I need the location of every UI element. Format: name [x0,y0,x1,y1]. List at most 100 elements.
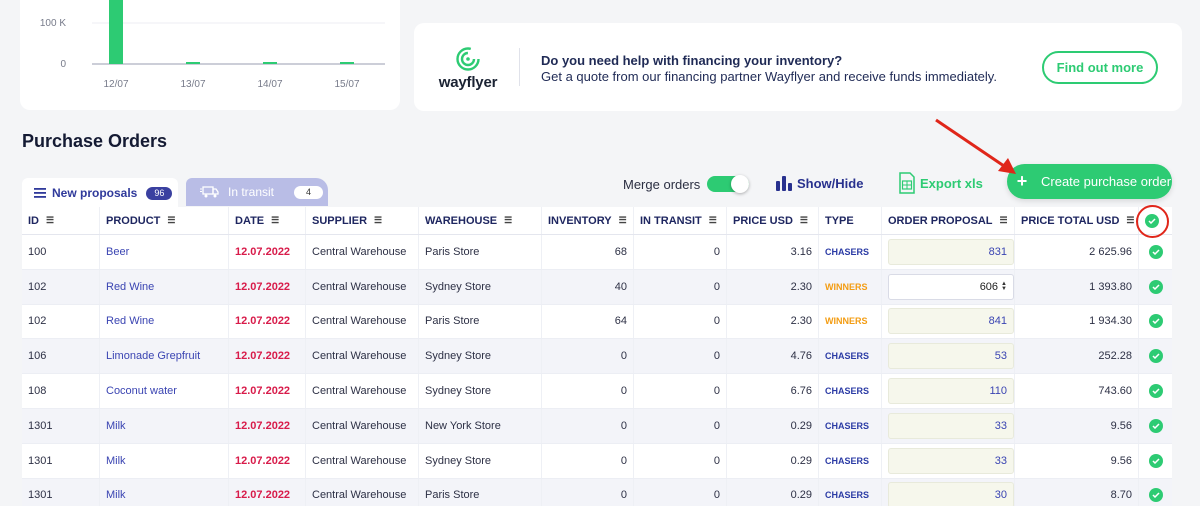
chart-bar[interactable] [340,62,354,64]
create-purchase-order-button[interactable]: + Create purchase order [1007,164,1172,199]
cell-supplier: Central Warehouse [306,443,419,478]
cell-order-proposal: 841 [882,304,1015,339]
cell-warehouse: Sydney Store [419,269,542,304]
tab-in-transit[interactable]: In transit 4 [186,178,328,206]
cell-id: 102 [22,304,100,339]
order-proposal-input[interactable]: 110 [888,378,1014,405]
table-row[interactable]: 1301 Milk 12.07.2022 Central Warehouse N… [22,408,1172,444]
col-header-price[interactable]: PRICE USD ☰ [727,207,819,234]
col-header-in-transit[interactable]: IN TRANSIT ☰ [634,207,727,234]
chart-bar[interactable] [186,62,200,64]
show-hide-label: Show/Hide [797,175,864,191]
table-row[interactable]: 102 Red Wine 12.07.2022 Central Warehous… [22,269,1172,305]
cell-date: 12.07.2022 [229,443,306,478]
row-check-icon[interactable] [1149,488,1163,503]
type-label: CHASERS [825,490,870,501]
create-label: Create purchase order [1041,174,1172,189]
bar-chart-icon [776,176,792,191]
proposal-value: 30 [994,489,1007,502]
row-check-icon[interactable] [1149,314,1163,329]
cell-in-transit: 0 [634,235,727,269]
col-header-type[interactable]: TYPE [819,207,882,234]
count-badge: 96 [146,186,173,200]
row-check-icon[interactable] [1149,244,1163,259]
type-label: CHASERS [825,455,870,466]
cell-price: 4.76 [727,339,819,374]
tab-new-proposals[interactable]: New proposals 96 [22,178,178,208]
x-tick-label: 13/07 [180,79,205,90]
y-tick-label: 0 [60,59,66,70]
order-proposal-input[interactable]: 53 [888,343,1014,370]
cell-select [1139,235,1172,269]
sort-icon: ☰ [708,215,717,225]
wayflyer-logo: wayflyer [438,47,498,91]
cell-product[interactable]: Milk [100,408,229,443]
table-row[interactable]: 108 Coconut water 12.07.2022 Central War… [22,374,1172,409]
cell-price: 2.30 [727,269,819,304]
type-label: CHASERS [825,420,870,431]
cell-in-transit: 0 [634,339,727,374]
cell-inventory: 0 [542,443,634,478]
col-header-supplier[interactable]: SUPPLIER ☰ [306,207,419,234]
cell-product[interactable]: Red Wine [100,269,229,304]
col-header-order-proposal[interactable]: ORDER PROPOSAL ☰ [882,207,1015,234]
financing-banner: wayflyer Do you need help with financing… [414,23,1182,111]
cell-price: 0.29 [727,443,819,478]
cell-product[interactable]: Red Wine [100,304,229,339]
cell-product[interactable]: Beer [100,235,229,269]
cell-order-proposal: 33 [882,408,1015,443]
count-badge: 4 [294,185,324,199]
cell-product[interactable]: Limonade Grepfruit [100,339,229,374]
table-row[interactable]: 100 Beer 12.07.2022 Central Warehouse Pa… [22,235,1172,270]
cell-type: CHASERS [819,408,882,443]
cell-in-transit: 0 [634,408,727,443]
row-check-icon[interactable] [1149,279,1163,294]
cell-order-proposal: 831 [882,235,1015,269]
cell-date: 12.07.2022 [229,408,306,443]
show-hide-button[interactable]: Show/Hide [775,174,863,192]
col-header-inventory[interactable]: INVENTORY ☰ [542,207,634,234]
cell-warehouse: Sydney Store [419,374,542,408]
order-proposal-input[interactable]: 606 ▲ ▼ [888,273,1014,300]
col-header-date[interactable]: DATE ☰ [229,207,306,234]
order-proposal-input[interactable]: 33 [888,447,1014,474]
table-row[interactable]: 102 Red Wine 12.07.2022 Central Warehous… [22,304,1172,340]
sort-icon: ☰ [999,215,1008,225]
cell-product[interactable]: Milk [100,443,229,478]
table-row[interactable]: 1301 Milk 12.07.2022 Central Warehouse P… [22,478,1172,506]
cell-inventory: 0 [542,339,634,374]
row-check-icon[interactable] [1149,453,1163,468]
col-header-warehouse[interactable]: WAREHOUSE ☰ [419,207,542,234]
table-row[interactable]: 1301 Milk 12.07.2022 Central Warehouse S… [22,443,1172,479]
cell-product[interactable]: Milk [100,478,229,506]
chart-bar[interactable] [263,62,277,64]
order-proposal-input[interactable]: 30 [888,482,1014,506]
order-proposal-input[interactable]: 841 [888,308,1014,335]
type-label: CHASERS [825,351,870,362]
stepper-icon[interactable]: ▲ ▼ [1001,281,1007,292]
cell-product[interactable]: Coconut water [100,374,229,408]
col-header-product[interactable]: PRODUCT ☰ [100,207,229,234]
find-out-more-button[interactable]: Find out more [1042,51,1158,84]
merge-orders-toggle[interactable] [707,175,749,193]
cell-select [1139,444,1172,478]
cell-warehouse: Paris Store [419,304,542,339]
chart-bar[interactable] [109,0,123,64]
cell-date: 12.07.2022 [229,478,306,506]
order-proposal-input[interactable]: 831 [888,238,1014,265]
order-proposal-input[interactable]: 33 [888,412,1014,439]
row-check-icon[interactable] [1149,418,1163,433]
list-icon [34,188,46,198]
table-row[interactable]: 106 Limonade Grepfruit 12.07.2022 Centra… [22,339,1172,375]
row-check-icon[interactable] [1149,384,1163,399]
cell-type: WINNERS [819,304,882,339]
col-header-id[interactable]: ID ☰ [22,207,100,234]
cell-select [1139,339,1172,373]
cell-inventory: 40 [542,269,634,304]
col-header-price-total[interactable]: PRICE TOTAL USD ☰ [1015,207,1139,234]
cell-in-transit: 0 [634,443,727,478]
cell-type: CHASERS [819,374,882,408]
sales-chart-card: 100 K 0 12/07 13/07 14/07 15/07 [20,0,400,110]
row-check-icon[interactable] [1149,349,1163,364]
cell-select [1139,409,1172,443]
